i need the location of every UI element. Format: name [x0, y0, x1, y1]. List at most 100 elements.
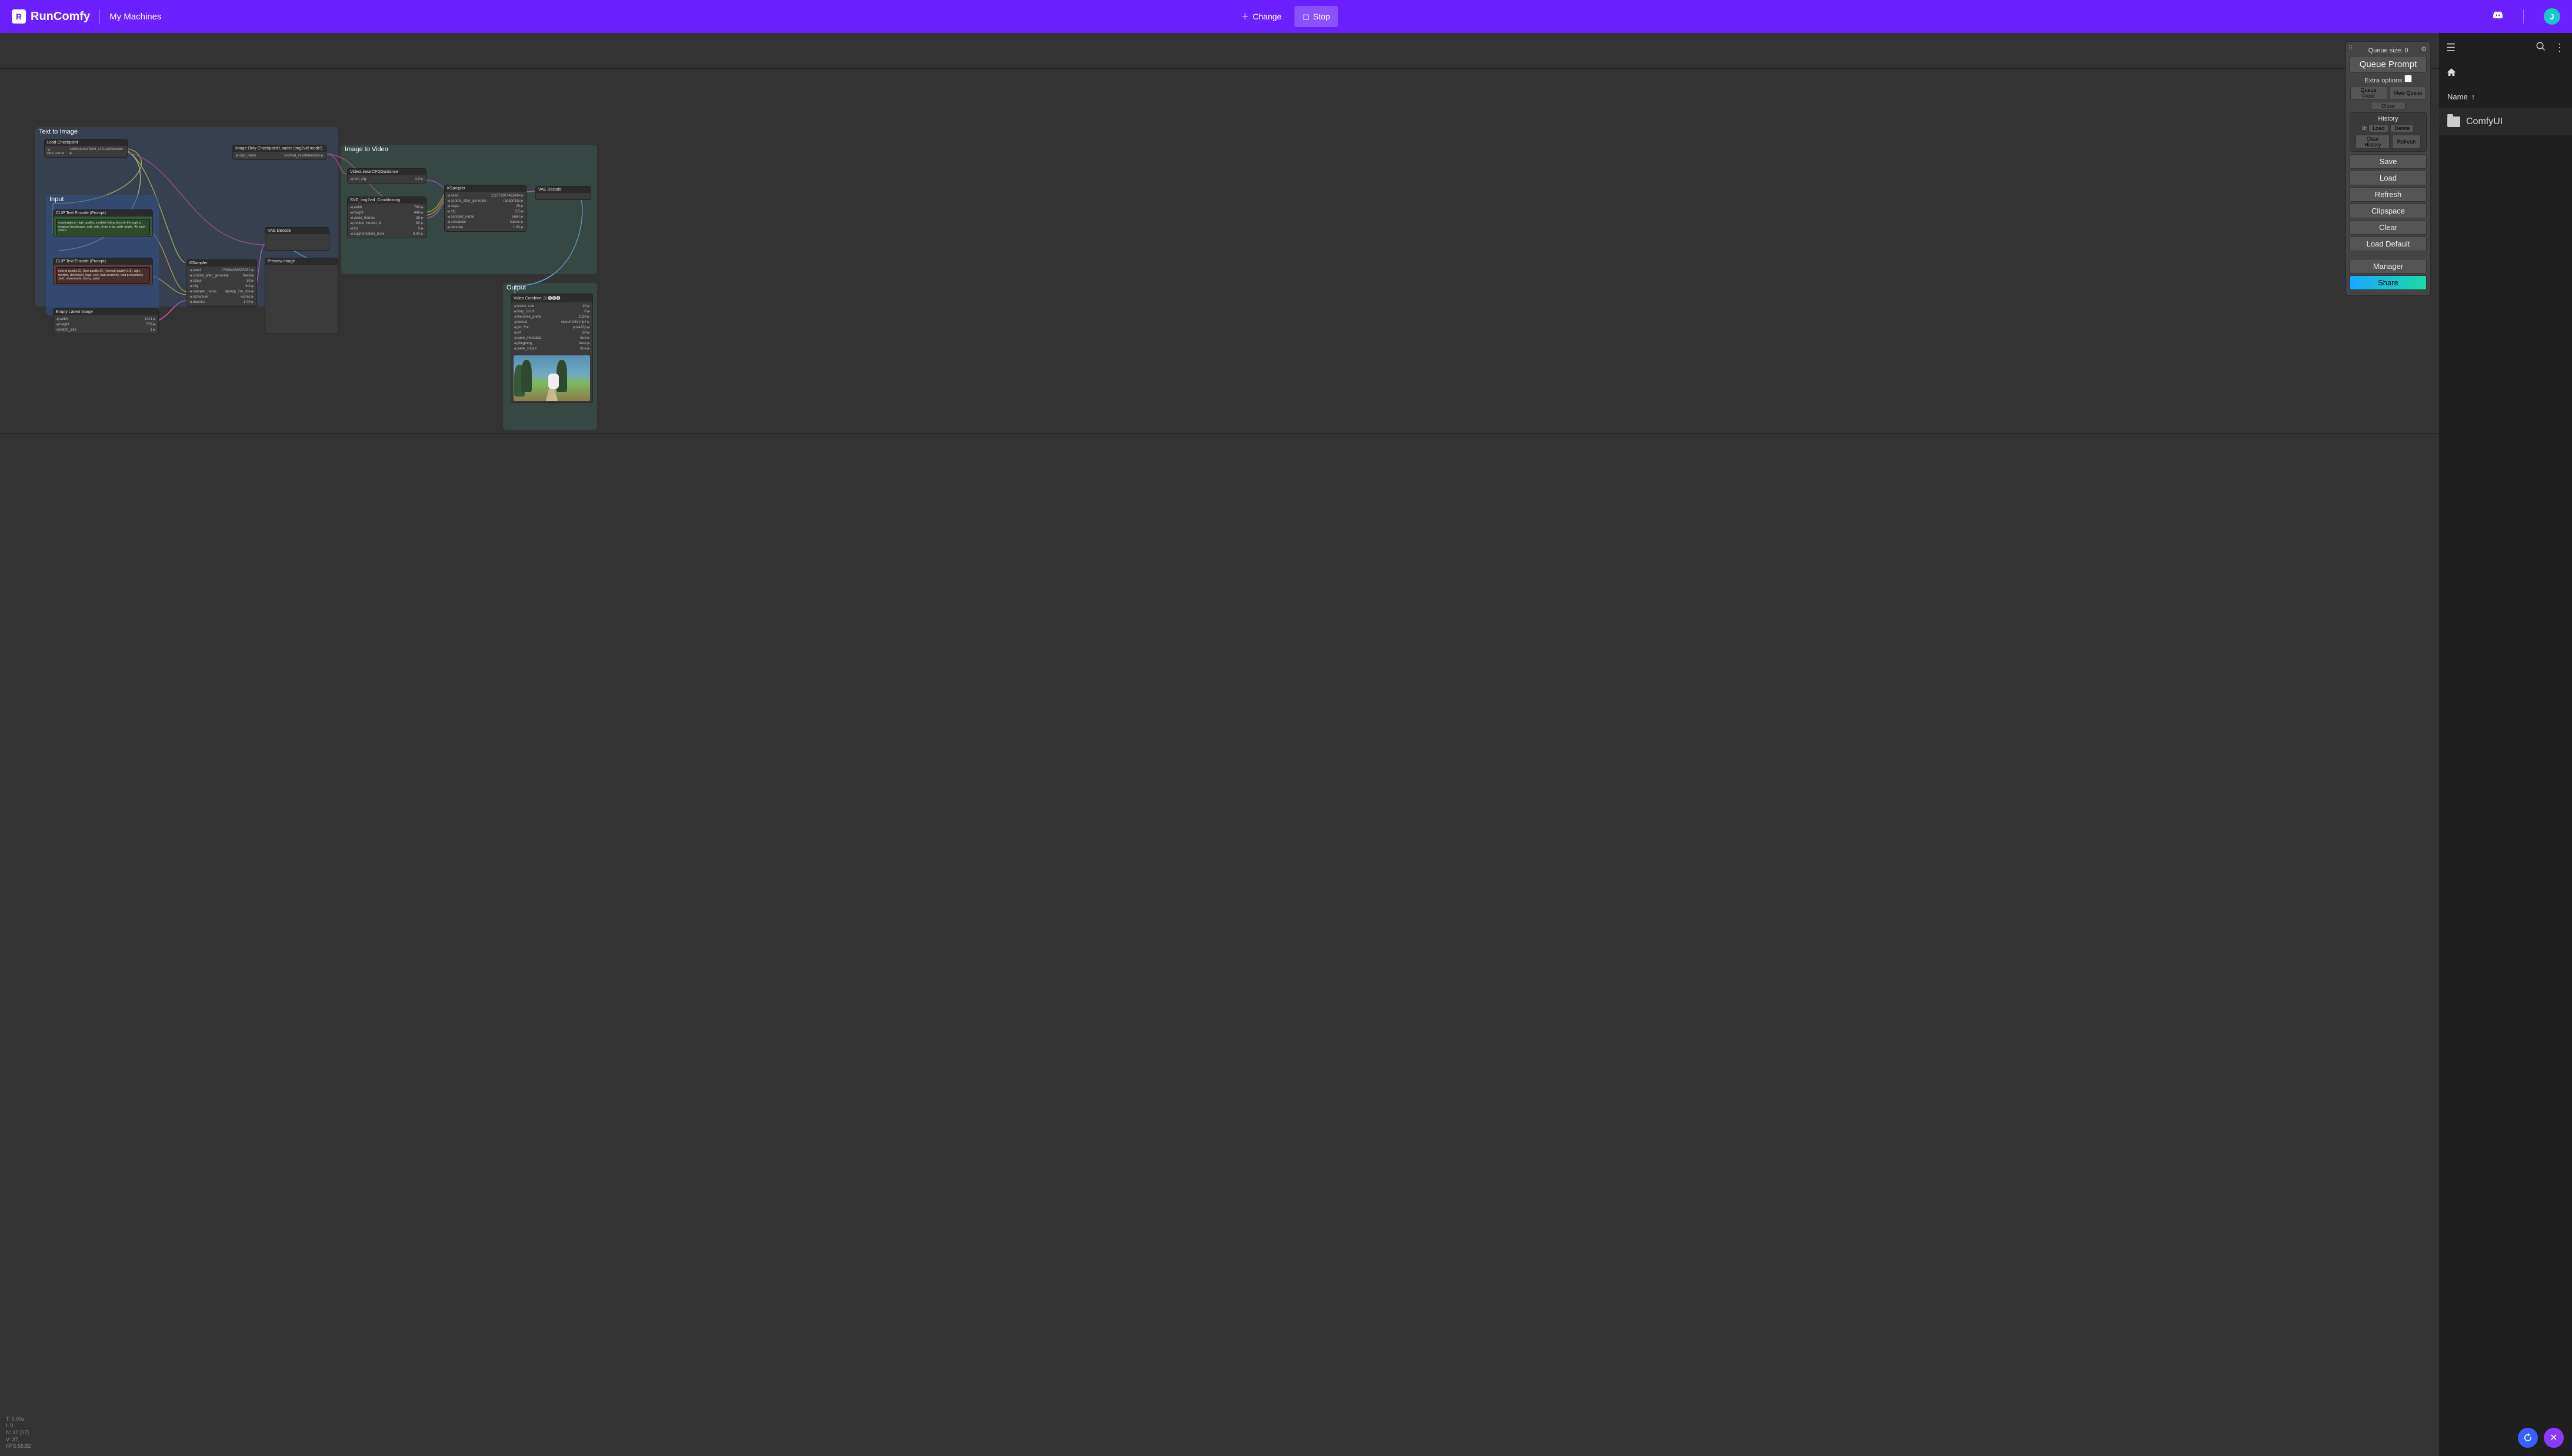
node-video-combine[interactable]: Video Combine 🎥🅥🅗🅢 frame_rate10loop_coun… — [511, 294, 593, 403]
node-ksampler-1[interactable]: KSampler seed170684038525081control_afte… — [186, 259, 257, 306]
fab-refresh[interactable] — [2518, 1428, 2538, 1448]
param-value[interactable]: 768 — [414, 205, 424, 209]
history-load-button[interactable]: Load — [2368, 124, 2388, 132]
refresh-button[interactable]: Refresh — [2350, 187, 2427, 202]
load-default-button[interactable]: Load Default — [2350, 236, 2427, 251]
node-ksampler-2[interactable]: KSampler seed111373307453434control_afte… — [444, 185, 527, 232]
node-title: VAE Decode — [265, 228, 329, 234]
clear-button[interactable]: Clear — [2350, 220, 2427, 235]
save-button[interactable]: Save — [2350, 154, 2427, 169]
param-value[interactable]: 1.00 — [513, 225, 524, 229]
param-label: loop_count — [514, 309, 535, 314]
param-label: denoise — [189, 300, 205, 304]
share-button[interactable]: Share — [2350, 275, 2427, 290]
node-empty-latent[interactable]: Empty Latent Image width1024height576bat… — [53, 308, 159, 334]
sidebar-column-header[interactable]: Name ↑ — [2439, 85, 2572, 108]
canvas[interactable]: Text to Image Input Image to Video Outpu… — [0, 33, 2439, 1456]
param-value[interactable]: 1.0 — [415, 177, 424, 181]
file-sidebar: ☰ ⋮ Name ↑ ComfyUI — [2439, 33, 2572, 1456]
param-value[interactable]: 6 — [418, 226, 424, 231]
node-graph[interactable]: Text to Image Input Image to Video Outpu… — [35, 127, 624, 457]
stop-button[interactable]: ◻ Stop — [1294, 6, 1338, 27]
extra-options-checkbox[interactable] — [2404, 75, 2412, 82]
param-value[interactable]: true — [580, 346, 590, 351]
param-value[interactable]: 25 — [516, 204, 524, 208]
param-value[interactable]: 20 — [582, 331, 590, 335]
sidebar-home-row[interactable] — [2439, 62, 2572, 85]
gear-icon[interactable]: ⚙ — [2421, 45, 2427, 53]
load-button[interactable]: Load — [2350, 171, 2427, 185]
param-value[interactable]: 170684038525081 — [221, 268, 254, 272]
param-value[interactable]: 1 — [150, 328, 156, 332]
node-vae-decode-1[interactable]: VAE Decode — [265, 227, 329, 251]
fab-close[interactable]: ✕ — [2544, 1428, 2564, 1448]
param-value[interactable]: euler — [512, 215, 524, 219]
close-button[interactable]: Close — [2371, 102, 2406, 110]
node-load-checkpoint[interactable]: Load Checkpoint ckpt_namesdxl/counterfei… — [44, 139, 128, 158]
refresh-history-button[interactable]: Refresh — [2392, 135, 2420, 149]
avatar[interactable]: J — [2544, 8, 2560, 25]
param-value[interactable]: 1.00 — [244, 300, 254, 304]
node-title: CLIP Text Encode (Prompt) — [54, 258, 152, 265]
param-value[interactable]: 448 — [414, 211, 424, 215]
my-machines-link[interactable]: My Machines — [109, 12, 161, 22]
param-value[interactable]: 111373307453434 — [491, 194, 524, 198]
param-value[interactable]: karras — [510, 220, 524, 224]
param-value[interactable]: 25 — [416, 216, 424, 220]
param-value[interactable]: 30 — [246, 279, 254, 283]
param-value[interactable]: yuv420p — [573, 325, 590, 329]
node-title: KSampler — [187, 260, 256, 266]
more-icon[interactable]: ⋮ — [2554, 41, 2565, 55]
param-label: save_metadata — [514, 336, 541, 340]
logo[interactable]: R RunComfy — [12, 9, 90, 24]
param-value[interactable]: dpmpp_2m_sde — [225, 289, 254, 294]
param-value[interactable]: 1020 — [578, 315, 590, 319]
clipspace-button[interactable]: Clipspace — [2350, 204, 2427, 218]
comfy-control-panel[interactable]: ⠿ ⚙ Queue size: 0 Queue Prompt Extra opt… — [2346, 41, 2431, 296]
node-svd-conditioning[interactable]: SVD_img2vid_Conditioning width768height4… — [347, 196, 427, 238]
param-value[interactable]: svd/svd_xt.safetensors — [284, 154, 324, 158]
node-preview-image[interactable]: Preview Image — [265, 258, 338, 334]
menu-icon[interactable]: ☰ — [2446, 42, 2456, 54]
view-queue-button[interactable]: View Queue — [2390, 86, 2427, 100]
plus-icon: ＋ — [1241, 11, 1249, 22]
param-value[interactable]: video/h264-mp4 — [561, 320, 590, 324]
queue-front-button[interactable]: Queue Front — [2350, 86, 2387, 100]
param-value[interactable]: 80 — [416, 221, 424, 225]
param-value[interactable]: 1024 — [144, 317, 156, 321]
param-value[interactable]: randomize — [504, 199, 524, 203]
param-value[interactable]: 8.0 — [245, 284, 254, 288]
param-value[interactable]: fixed — [243, 274, 254, 278]
queue-prompt-button[interactable]: Queue Prompt — [2350, 56, 2427, 73]
node-clip-negative[interactable]: CLIP Text Encode (Prompt) (worst quality… — [53, 258, 153, 285]
node-vae-decode-2[interactable]: VAE Decode — [535, 186, 591, 200]
search-icon[interactable] — [2536, 41, 2546, 55]
param-value[interactable]: false — [579, 341, 590, 345]
param-value[interactable]: 10 — [582, 304, 590, 308]
param-label: control_after_generate — [189, 274, 229, 278]
param-value[interactable]: 0 — [584, 309, 590, 314]
queue-size-label: Queue size: 0 — [2350, 47, 2427, 54]
param-value[interactable]: 3.5 — [515, 209, 524, 214]
prompt-text[interactable]: (worst quality:2), (low quality:2), (nor… — [56, 267, 150, 284]
history-delete-button[interactable]: Delete — [2390, 124, 2414, 132]
canvas-stats: T: 0.00s I: 0 N: 17 [17] V: 37 FPS:56.82 — [6, 1416, 31, 1450]
manager-button[interactable]: Manager — [2350, 259, 2427, 274]
param-value[interactable]: 576 — [146, 322, 156, 326]
param-label: pix_fmt — [514, 325, 529, 329]
clear-history-button[interactable]: Clear History — [2356, 135, 2390, 149]
param-value[interactable]: true — [580, 336, 590, 340]
param-label: control_after_generate — [447, 199, 487, 203]
drag-handle-icon[interactable]: ⠿ — [2348, 45, 2351, 52]
param-label: seed — [447, 194, 458, 198]
node-img-checkpoint-loader[interactable]: Image Only Checkpoint Loader (img2vid mo… — [232, 145, 327, 160]
param-value[interactable]: karras — [241, 295, 254, 299]
node-clip-positive[interactable]: CLIP Text Encode (Prompt) masterpiece, h… — [53, 209, 153, 237]
prompt-text[interactable]: masterpiece, high quality, a rabbit ridi… — [56, 219, 150, 235]
param-value[interactable]: sdxl/counterfeitxl_v10.safetensors — [69, 148, 125, 155]
discord-icon[interactable] — [2493, 10, 2503, 24]
param-value[interactable]: 0.00 — [413, 232, 424, 236]
folder-row-comfyui[interactable]: ComfyUI — [2439, 108, 2572, 135]
node-cfg-guidance[interactable]: VideoLinearCFGGuidance min_cfg1.0 — [347, 168, 427, 184]
change-button[interactable]: ＋ Change — [1234, 6, 1288, 27]
